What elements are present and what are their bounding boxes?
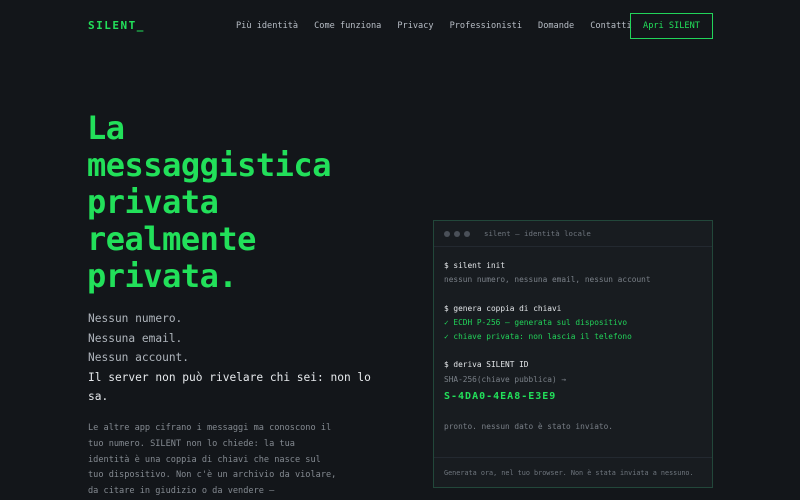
- nav-link-privacy[interactable]: Privacy: [397, 21, 433, 31]
- subtitle-line: Nessun numero.: [88, 312, 183, 325]
- terminal-body: $ silent init nessun numero, nessuna ema…: [434, 247, 712, 434]
- nav-link-professionisti[interactable]: Professionisti: [450, 21, 522, 31]
- open-silent-button[interactable]: Apri SILENT: [630, 13, 713, 39]
- hero-title-line: realmente: [87, 220, 256, 258]
- nav-links: Più identità Come funziona Privacy Profe…: [236, 21, 648, 31]
- top-nav: SILENT_ Più identità Come funziona Priva…: [0, 0, 800, 52]
- hero-title-line: messaggistica: [87, 146, 331, 184]
- nav-link-domande[interactable]: Domande: [538, 21, 574, 31]
- terminal-status: pronto. nessun dato è stato inviato.: [444, 422, 613, 432]
- terminal-line: ✓ chiave privata: non lascia il telefono: [444, 332, 632, 342]
- hero-title-line: La: [87, 109, 125, 147]
- nav-link-come-funziona[interactable]: Come funziona: [314, 21, 381, 31]
- terminal-footer: Generata ora, nel tuo browser. Non è sta…: [434, 457, 712, 487]
- window-dot-icon: [464, 230, 470, 237]
- hero-subtitle: Nessun numero. Nessuna email. Nessun acc…: [88, 309, 388, 407]
- nav-link-contatti[interactable]: Contatti: [590, 21, 631, 31]
- subtitle-strong: Il server non può rivelare chi sei: non …: [88, 370, 371, 404]
- nav-link-identita[interactable]: Più identità: [236, 21, 298, 31]
- terminal-header: silent — identità locale: [434, 221, 712, 247]
- terminal-line: ✓ ECDH P-256 — generata sul dispositivo: [444, 317, 628, 327]
- hero-body: Le altre app cifrano i messaggi ma conos…: [88, 423, 337, 497]
- subtitle-line: Nessun account.: [88, 351, 190, 364]
- window-dot-icon: [454, 230, 460, 237]
- terminal-gap: [444, 344, 702, 358]
- terminal-window: silent — identità locale $ silent init n…: [433, 220, 713, 488]
- terminal-line: nessun numero, nessuna email, nessun acc…: [444, 275, 651, 285]
- logo[interactable]: SILENT_: [88, 19, 145, 32]
- window-dot-icon: [444, 230, 450, 237]
- terminal-line: $ silent init: [444, 261, 506, 270]
- terminal-gap: [444, 406, 702, 420]
- terminal-line: SHA-256(chiave pubblica) →: [444, 374, 567, 384]
- subtitle-line: Nessuna email.: [88, 331, 183, 345]
- terminal-line: $ genera coppia di chiavi: [444, 303, 562, 313]
- hero-title-line: privata.: [87, 257, 238, 295]
- terminal-line: $ deriva SILENT ID: [444, 360, 529, 370]
- terminal-gap: [444, 288, 702, 302]
- silent-id: S-4DA0-4EA8-E3E9: [444, 391, 557, 403]
- terminal-title: silent — identità locale: [484, 229, 591, 238]
- hero-title-line: privata: [87, 183, 219, 221]
- hero-title: La messaggistica privata realmente priva…: [87, 110, 387, 295]
